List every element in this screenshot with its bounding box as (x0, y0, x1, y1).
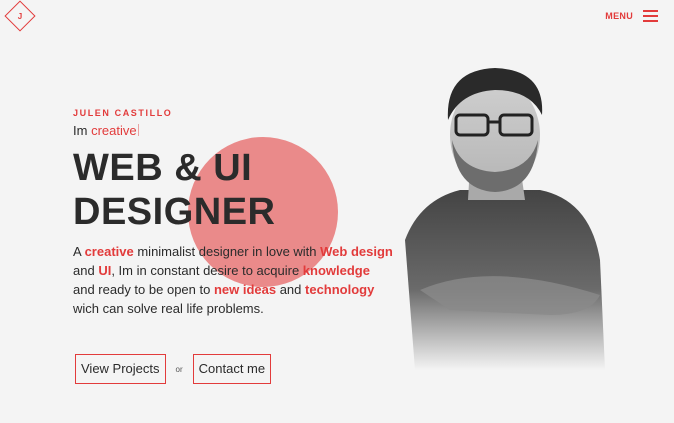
tagline-prefix: Im (73, 123, 88, 138)
bio-text: and (73, 263, 99, 278)
bio-paragraph: A creative minimalist designer in love w… (73, 242, 393, 318)
bio-highlight: Web design (320, 244, 393, 259)
bio-text: A (73, 244, 85, 259)
tagline-word: creative (91, 123, 137, 138)
contact-me-button[interactable]: Contact me (192, 354, 272, 384)
bio-text: wich can solve real life problems. (73, 301, 264, 316)
bio-text: minimalist designer in love with (133, 244, 321, 259)
portrait-photo (405, 68, 605, 370)
bio-highlight: knowledge (302, 263, 370, 278)
bio-highlight: UI (98, 263, 112, 278)
headline-line-1: WEB & UI (73, 147, 253, 189)
cta-group: View Projects or Contact me (75, 354, 272, 384)
hero-content: JULEN CASTILLO Im creative WEB & UI DESI… (73, 108, 393, 318)
typing-cursor (137, 124, 139, 136)
bio-text: and ready to be open to (73, 282, 214, 297)
bio-text: and (276, 282, 306, 297)
menu-label: MENU (605, 11, 633, 21)
tagline: Im creative (73, 123, 393, 138)
or-separator: or (175, 364, 183, 374)
logo-letter: J (17, 11, 23, 21)
page-title: WEB & UI DESIGNER (73, 146, 393, 234)
logo-icon[interactable]: J (4, 0, 36, 32)
bio-text: , Im in constant desire to acquire (111, 263, 303, 278)
designer-name: JULEN CASTILLO (73, 108, 173, 118)
view-projects-button[interactable]: View Projects (75, 354, 166, 384)
bio-highlight: creative (84, 244, 134, 259)
headline-line-2: DESIGNER (73, 191, 276, 233)
hamburger-icon (643, 10, 658, 22)
bio-highlight: technology (305, 282, 375, 297)
menu-button[interactable]: MENU (605, 10, 658, 22)
bio-highlight: new ideas (213, 282, 277, 297)
